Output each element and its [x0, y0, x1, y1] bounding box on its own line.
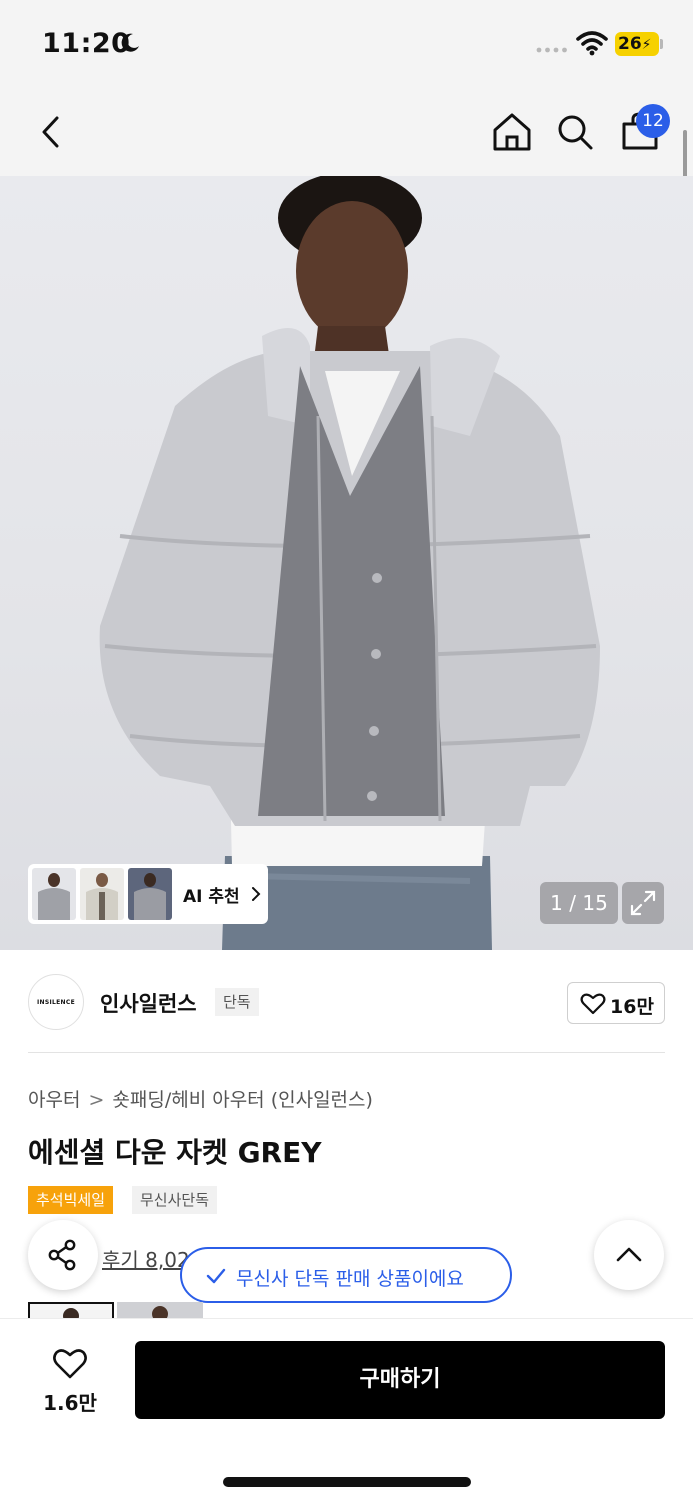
battery-cap	[660, 39, 663, 49]
nav-bar: 12	[0, 88, 693, 176]
check-icon	[206, 1268, 226, 1284]
chevron-right-icon: >	[88, 1089, 105, 1111]
product-photo	[99, 176, 601, 950]
breadcrumb-category[interactable]: 아우터	[28, 1089, 80, 1111]
divider	[28, 1052, 665, 1053]
buy-button[interactable]: 구매하기	[135, 1341, 665, 1419]
search-button[interactable]	[549, 106, 601, 158]
toast-message: 무신사 단독 판매 상품이에요	[236, 1268, 464, 1290]
home-indicator	[223, 1477, 471, 1487]
sale-event-tag: 추석빅세일	[28, 1186, 114, 1214]
scroll-top-button[interactable]	[594, 1220, 664, 1290]
back-button[interactable]	[26, 106, 78, 158]
ai-recommend-label: AI 추천	[183, 887, 240, 907]
wishlist-button[interactable]: 1.6만	[28, 1343, 112, 1423]
ai-thumbnail-3	[128, 868, 172, 920]
share-button[interactable]	[28, 1220, 98, 1290]
ai-thumbnail-1	[32, 868, 76, 920]
breadcrumb-subcategory[interactable]: 숏패딩/헤비 아우터 (인사일런스)	[112, 1089, 373, 1111]
cellular-signal-icon	[536, 47, 567, 53]
heart-icon	[580, 993, 606, 1015]
chevron-up-icon	[616, 1247, 642, 1262]
bottom-action-bar: 1.6만 구매하기	[0, 1318, 693, 1500]
product-image-carousel[interactable]: AI 추천 1 / 15	[0, 176, 693, 950]
exclusive-toast: 무신사 단독 판매 상품이에요	[180, 1247, 512, 1303]
charging-bolt-icon: ⚡	[641, 37, 652, 53]
moon-icon	[121, 33, 139, 52]
color-option-1[interactable]	[28, 1302, 114, 1318]
brand-name[interactable]: 인사일런스	[100, 988, 197, 1018]
expand-image-button[interactable]	[622, 882, 664, 924]
product-title: 에센셜 다운 자켓 GREY	[28, 1136, 322, 1169]
battery-indicator: 26⚡	[615, 32, 659, 56]
color-option-2[interactable]	[117, 1302, 203, 1318]
search-icon	[558, 115, 593, 150]
brand-like-button[interactable]: 16만	[567, 982, 665, 1024]
expand-icon	[630, 890, 656, 916]
chevron-right-icon	[252, 887, 261, 901]
cart-count-badge: 12	[636, 104, 670, 138]
review-link[interactable]: 후기 8,02	[102, 1244, 190, 1273]
brand-logo[interactable]: INSILENCE	[28, 974, 84, 1030]
brand-exclusive-tag: 단독	[215, 988, 259, 1016]
status-bar: 11:20 26⚡	[0, 0, 693, 88]
brand-like-count: 16만	[610, 996, 654, 1018]
home-button[interactable]	[486, 106, 538, 158]
image-counter: 1 / 15	[540, 882, 618, 924]
battery-level: 26	[618, 34, 642, 54]
heart-icon	[53, 1349, 87, 1379]
breadcrumb: 아우터 > 숏패딩/헤비 아우터 (인사일런스)	[28, 1085, 373, 1112]
ai-recommend-card[interactable]: AI 추천	[28, 864, 268, 924]
chevron-left-icon	[42, 116, 59, 148]
exclusive-tag: 무신사단독	[132, 1186, 218, 1214]
ai-thumbnail-2	[80, 868, 124, 920]
share-icon	[48, 1239, 76, 1271]
home-icon	[493, 113, 531, 151]
wishlist-count: 1.6만	[43, 1391, 97, 1415]
wifi-icon	[576, 31, 608, 56]
